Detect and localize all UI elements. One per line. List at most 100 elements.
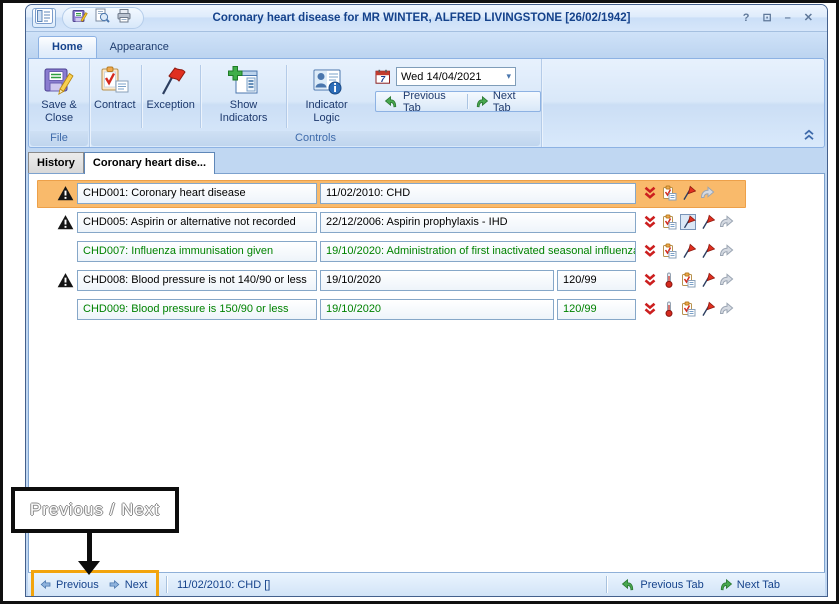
contract-icon[interactable] bbox=[661, 214, 677, 230]
content-tab-history[interactable]: History bbox=[28, 152, 84, 173]
undo-disabled-icon[interactable] bbox=[718, 301, 734, 317]
expand-icon[interactable] bbox=[642, 272, 658, 288]
print-preview-button[interactable] bbox=[93, 10, 111, 26]
divider bbox=[166, 576, 167, 593]
print-preview-icon bbox=[94, 8, 110, 29]
warning-icon bbox=[57, 214, 74, 231]
statusbar-previous-tab-button[interactable]: Previous Tab bbox=[621, 577, 703, 592]
exception-lg-icon bbox=[155, 65, 187, 97]
indicator-cell-value[interactable]: 120/99 bbox=[557, 270, 636, 291]
exception-flag-icon[interactable] bbox=[680, 185, 696, 201]
restore-button[interactable]: ⊡ bbox=[762, 13, 771, 24]
print-button[interactable] bbox=[115, 10, 133, 26]
previous-tab-arrow-icon bbox=[621, 577, 636, 592]
expand-icon[interactable] bbox=[642, 301, 658, 317]
indicator-logic-lg-icon bbox=[311, 65, 343, 97]
indicator-cell-desc[interactable]: CHD005: Aspirin or alternative not recor… bbox=[77, 212, 317, 233]
chevron-up-icon bbox=[801, 130, 817, 147]
save-and-close-label: Save & Close bbox=[33, 99, 85, 124]
contract-icon[interactable] bbox=[661, 185, 677, 201]
exception-flag-icon[interactable] bbox=[699, 272, 715, 288]
divider bbox=[200, 65, 201, 128]
next-button[interactable]: Next bbox=[108, 578, 148, 591]
ribbon-tab-appearance[interactable]: Appearance bbox=[97, 37, 182, 58]
contract-icon[interactable] bbox=[680, 301, 696, 317]
app-menu-button[interactable] bbox=[32, 8, 56, 28]
dropdown-arrow-icon[interactable]: ▾ bbox=[506, 71, 511, 82]
divider bbox=[141, 65, 142, 128]
undo-disabled-icon[interactable] bbox=[699, 185, 715, 201]
undo-disabled-icon[interactable] bbox=[718, 214, 734, 230]
content-tab-coronary-heart-dise-[interactable]: Coronary heart dise... bbox=[84, 152, 215, 174]
indicator-cell-desc[interactable]: CHD008: Blood pressure is not 140/90 or … bbox=[77, 270, 317, 291]
expand-icon[interactable] bbox=[642, 214, 658, 230]
date-picker-value: Wed 14/04/2021 bbox=[401, 71, 482, 83]
exception-flag-icon[interactable] bbox=[680, 243, 696, 259]
help-button[interactable]: ? bbox=[743, 13, 750, 24]
collapse-ribbon-button[interactable] bbox=[801, 127, 817, 143]
warning-icon bbox=[57, 272, 74, 289]
expand-icon[interactable] bbox=[642, 185, 658, 201]
close-button[interactable]: ✕ bbox=[804, 13, 813, 24]
indicator-row: CHD009: Blood pressure is 150/90 or less… bbox=[29, 299, 824, 321]
calendar-icon: 7 bbox=[375, 69, 391, 85]
save-and-close-button[interactable]: Save & Close bbox=[29, 62, 89, 131]
indicator-cell-value[interactable]: 120/99 bbox=[557, 299, 636, 320]
indicator-cell-desc[interactable]: CHD007: Influenza immunisation given bbox=[77, 241, 317, 262]
exception-flag-icon[interactable] bbox=[699, 301, 715, 317]
thermometer-icon[interactable] bbox=[661, 301, 677, 317]
controls-buttons: ContractExceptionShow IndicatorsIndicato… bbox=[90, 62, 365, 131]
show-indicators-button[interactable]: Show Indicators bbox=[202, 62, 285, 131]
controls-right: 7 Wed 14/04/2021 ▾ Previous Tab bbox=[375, 62, 541, 131]
exception-flag-icon[interactable] bbox=[699, 243, 715, 259]
ribbon-tab-home[interactable]: Home bbox=[38, 36, 97, 58]
exception-button[interactable]: Exception bbox=[143, 62, 199, 131]
next-tab-arrow-icon bbox=[718, 577, 733, 592]
app-menu-icon bbox=[35, 8, 53, 29]
save-button[interactable] bbox=[71, 10, 89, 26]
minimize-button[interactable]: – bbox=[785, 13, 791, 24]
indicator-cell-date_wide[interactable]: 22/12/2006: Aspirin prophylaxis - IHD bbox=[320, 212, 636, 233]
exception-flag-boxed-icon[interactable] bbox=[680, 214, 696, 230]
row-actions bbox=[642, 214, 734, 230]
indicator-logic-button[interactable]: Indicator Logic bbox=[288, 62, 365, 131]
row-actions bbox=[642, 185, 715, 201]
statusbar-next-tab-button[interactable]: Next Tab bbox=[718, 577, 780, 592]
previous-tab-button[interactable]: Previous Tab bbox=[378, 90, 467, 114]
thermometer-icon[interactable] bbox=[661, 272, 677, 288]
statusbar: Previous Next 11/02/2010: CHD [] Previou… bbox=[28, 572, 825, 596]
date-picker[interactable]: Wed 14/04/2021 ▾ bbox=[396, 67, 516, 86]
divider bbox=[286, 65, 287, 128]
indicator-cell-date_wide[interactable]: 19/10/2020: Administration of first inac… bbox=[320, 241, 636, 262]
indicator-rows: CHD001: Coronary heart disease11/02/2010… bbox=[29, 174, 824, 321]
ribbon-group-controls: ContractExceptionShow IndicatorsIndicato… bbox=[90, 59, 542, 147]
expand-icon[interactable] bbox=[642, 243, 658, 259]
contract-button[interactable]: Contract bbox=[90, 62, 140, 131]
undo-disabled-icon[interactable] bbox=[718, 272, 734, 288]
undo-disabled-icon[interactable] bbox=[718, 243, 734, 259]
divider bbox=[606, 576, 607, 593]
save-close-icon bbox=[43, 65, 75, 97]
indicator-cell-desc[interactable]: CHD009: Blood pressure is 150/90 or less bbox=[77, 299, 317, 320]
next-tab-arrow-icon bbox=[474, 94, 489, 109]
indicator-panel: CHD001: Coronary heart disease11/02/2010… bbox=[28, 173, 825, 572]
ribbon-group-file: Save & Close File bbox=[29, 59, 90, 147]
contract-icon[interactable] bbox=[661, 243, 677, 259]
indicator-row: CHD007: Influenza immunisation given19/1… bbox=[29, 241, 824, 263]
tab-navigation: Previous Tab Next Tab bbox=[375, 91, 541, 112]
contract-icon[interactable] bbox=[680, 272, 696, 288]
window-title: Coronary heart disease for MR WINTER, AL… bbox=[146, 12, 697, 24]
previous-tab-arrow-icon bbox=[384, 94, 399, 109]
next-tab-button[interactable]: Next Tab bbox=[468, 90, 538, 114]
exception-flag-icon[interactable] bbox=[699, 214, 715, 230]
save-icon bbox=[72, 8, 88, 29]
ribbon: Save & Close File ContractExceptionShow … bbox=[28, 58, 825, 148]
indicator-cell-date_wide[interactable]: 11/02/2010: CHD bbox=[320, 183, 636, 204]
contract-lg-icon bbox=[99, 65, 131, 97]
controls-group-label: Controls bbox=[91, 131, 540, 146]
indicator-cell-desc[interactable]: CHD001: Coronary heart disease bbox=[77, 183, 317, 204]
row-actions bbox=[642, 301, 734, 317]
indicator-cell-date[interactable]: 19/10/2020 bbox=[320, 299, 554, 320]
indicator-cell-date[interactable]: 19/10/2020 bbox=[320, 270, 554, 291]
previous-button[interactable]: Previous bbox=[39, 578, 99, 591]
